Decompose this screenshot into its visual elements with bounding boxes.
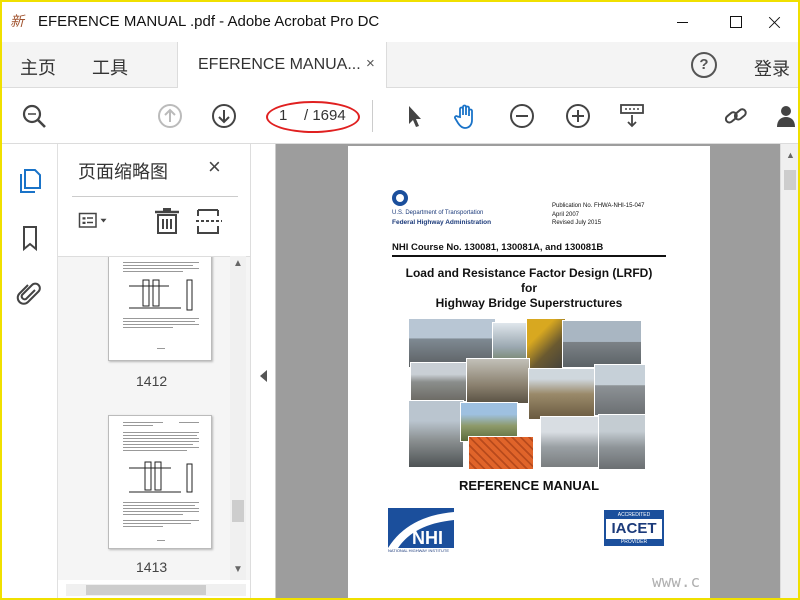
toolbar-divider (372, 100, 373, 132)
toolbar: 1 / 1694 (2, 88, 798, 144)
scroll-up-icon[interactable]: ▲ (233, 258, 243, 269)
iacet-top: ACCREDITED (606, 512, 662, 519)
iacet-logo-icon: ACCREDITED IACET PROVIDER (604, 510, 664, 546)
extract-pages-icon[interactable] (194, 206, 224, 236)
thumbnails-panel: 页面缩略图 × 1412 1413 ▲ ▼ (58, 144, 250, 598)
tools-menu[interactable]: 工具 (92, 54, 128, 80)
nhi-logo-icon: NHI (388, 508, 454, 548)
svg-text:NHI: NHI (412, 528, 443, 548)
zoom-out-icon[interactable] (508, 102, 536, 130)
page-thumbnail[interactable] (108, 257, 212, 361)
panel-divider (72, 196, 238, 197)
thumbnail-options-icon[interactable] (78, 206, 108, 236)
close-tab-icon[interactable]: × (366, 55, 375, 72)
dot-logo-icon (392, 190, 408, 206)
department-name: U.S. Department of Transportation (392, 210, 484, 216)
scroll-down-icon[interactable]: ▼ (233, 564, 243, 575)
app-logo-icon: 新 (10, 14, 24, 30)
menu-bar: 主页 工具 EFERENCE MANUA... × ? 登录 (2, 42, 798, 88)
navigation-rail (2, 144, 58, 598)
title-line-1: Load and Resistance Factor Design (LRFD) (405, 266, 653, 280)
help-icon[interactable]: ? (691, 52, 717, 78)
close-panel-icon[interactable]: × (208, 154, 221, 180)
delete-page-icon[interactable] (152, 206, 182, 236)
revision-date: Revised July 2015 (552, 220, 602, 226)
attachment-icon[interactable] (16, 280, 44, 308)
page-thumbnail[interactable] (108, 415, 212, 549)
window-title: EFERENCE MANUAL .pdf - Adobe Acrobat Pro… (38, 13, 380, 30)
thumbnail-label: 1413 (136, 559, 168, 575)
iacet-bottom: PROVIDER (606, 539, 662, 545)
publication-number: Publication No. FHWA-NHI-15-047 (552, 203, 645, 209)
highlight-ring (266, 101, 360, 133)
title-rule (392, 255, 666, 257)
course-number: NHI Course No. 130081, 130081A, and 1300… (392, 242, 604, 253)
pdf-page: U.S. Department of Transportation Federa… (348, 146, 710, 598)
document-scrollbar[interactable]: ▲ (780, 144, 798, 598)
bridge-photo-collage (408, 318, 648, 470)
collapse-panel-handle[interactable] (250, 144, 276, 598)
collapse-arrow-icon[interactable] (260, 370, 267, 382)
select-arrow-icon[interactable] (400, 102, 428, 130)
scrollbar-thumb[interactable] (232, 500, 244, 522)
home-menu[interactable]: 主页 (20, 54, 56, 80)
document-tab-label: EFERENCE MANUA... (198, 56, 361, 73)
document-view[interactable]: U.S. Department of Transportation Federa… (276, 144, 780, 598)
thumbnail-scrollbar[interactable]: ▲ ▼ (230, 256, 246, 580)
nhi-caption: NATIONAL HIGHWAY INSTITUTE (388, 548, 450, 553)
document-title: Load and Resistance Factor Design (LRFD)… (368, 266, 690, 311)
page-up-icon[interactable] (156, 102, 184, 130)
close-window-button[interactable] (752, 2, 798, 42)
iacet-name: IACET (611, 520, 657, 537)
title-bar: 新 EFERENCE MANUAL .pdf - Adobe Acrobat P… (2, 2, 798, 42)
reference-manual-heading: REFERENCE MANUAL (458, 478, 600, 493)
search-icon[interactable] (20, 102, 48, 130)
acrobat-window: 新 EFERENCE MANUAL .pdf - Adobe Acrobat P… (2, 2, 798, 598)
agency-name: Federal Highway Administration (392, 219, 492, 226)
publication-info: Publication No. FHWA-NHI-15-047 April 20… (552, 202, 644, 228)
document-tab[interactable]: EFERENCE MANUA... × (177, 42, 387, 88)
thumbnail-label: 1412 (136, 373, 168, 389)
thumbnail-list[interactable]: 1412 1413 (58, 256, 250, 580)
page-thumbnails-icon[interactable] (16, 166, 44, 194)
marquee-zoom-icon[interactable] (618, 102, 646, 130)
page-down-icon[interactable] (210, 102, 238, 130)
horizontal-scrollbar[interactable] (66, 584, 246, 596)
horizontal-scrollbar-thumb[interactable] (86, 585, 206, 595)
share-link-icon[interactable] (722, 102, 750, 130)
title-line-3: Highway Bridge Superstructures (435, 296, 623, 310)
title-line-2: for (521, 281, 537, 295)
bookmark-icon[interactable] (16, 224, 44, 252)
panel-title: 页面缩略图 (78, 162, 168, 182)
login-button[interactable]: 登录 (754, 55, 790, 81)
zoom-in-icon[interactable] (564, 102, 592, 130)
hand-icon[interactable] (452, 102, 480, 130)
watermark: www.c (652, 572, 701, 591)
minimize-button[interactable] (660, 2, 706, 42)
publication-date: April 2007 (552, 211, 580, 218)
doc-scroll-up-icon[interactable]: ▲ (786, 150, 795, 160)
user-icon[interactable] (774, 102, 798, 130)
document-scrollbar-thumb[interactable] (784, 170, 796, 190)
